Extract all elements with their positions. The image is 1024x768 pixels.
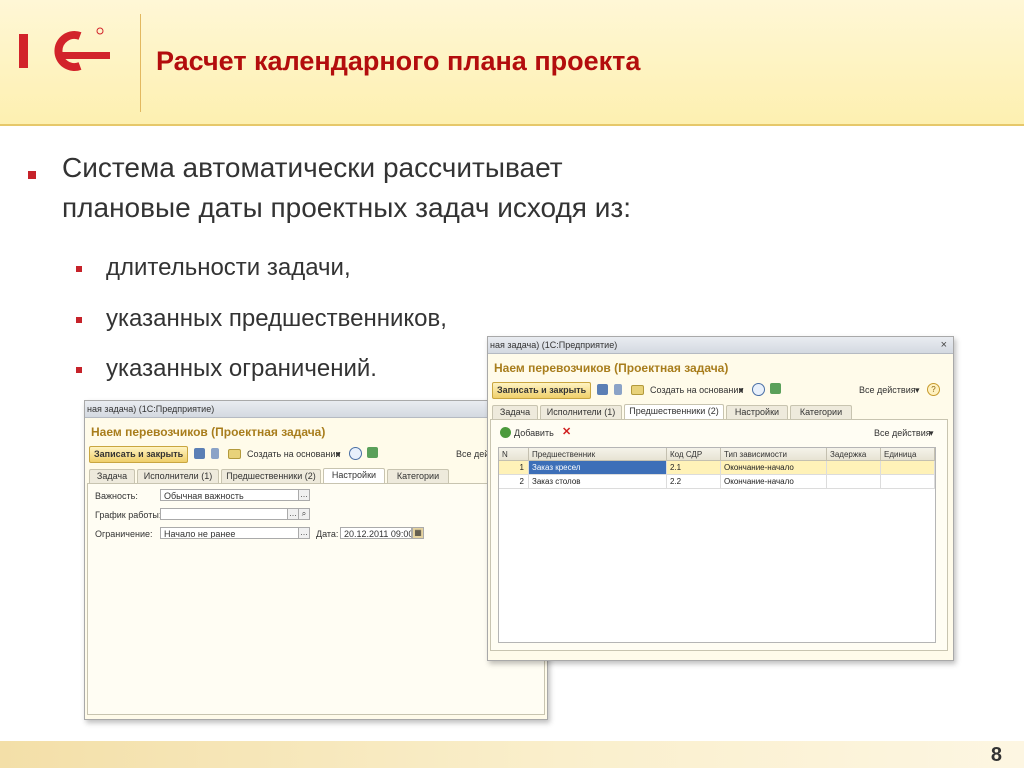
- search-icon[interactable]: ⌕: [298, 508, 310, 520]
- schedule-label: График работы:: [95, 510, 162, 520]
- clock-icon[interactable]: [349, 447, 362, 460]
- table-cell-predecessor[interactable]: Заказ кресел: [529, 461, 667, 475]
- tab-executors[interactable]: Исполнители (1): [137, 469, 219, 483]
- dropdown-arrow-icon[interactable]: ▾: [929, 427, 934, 439]
- tab-predecessors[interactable]: Предшественники (2): [221, 469, 321, 483]
- all-actions-button[interactable]: Все действия: [859, 384, 916, 396]
- table-cell-dependency-type[interactable]: Окончание-начало: [721, 461, 827, 475]
- tab-categories[interactable]: Категории: [387, 469, 449, 483]
- dropdown-arrow-icon[interactable]: ▾: [915, 384, 920, 396]
- sub-bullet-duration: длительности задачи,: [106, 254, 351, 281]
- tab-settings[interactable]: Настройки: [726, 405, 788, 419]
- predecessors-table[interactable]: N Предшественник Код СДР Тип зависимости…: [498, 447, 936, 643]
- column-header-predecessor[interactable]: Предшественник: [529, 448, 667, 461]
- sub-bullet-square: [76, 367, 82, 373]
- sub-bullet-predecessors: указанных предшественников,: [106, 305, 447, 332]
- tab-task[interactable]: Задача: [89, 469, 135, 483]
- schedule-field[interactable]: [160, 508, 288, 520]
- slide-footer: [0, 741, 1024, 768]
- column-header-delay[interactable]: Задержка: [827, 448, 881, 461]
- date-label: Дата:: [316, 529, 339, 539]
- mail-icon[interactable]: [631, 385, 644, 395]
- table-cell-predecessor[interactable]: Заказ столов: [529, 475, 667, 489]
- table-cell-code[interactable]: 2.1: [667, 461, 721, 475]
- mail-icon[interactable]: [228, 449, 241, 459]
- table-cell-n[interactable]: 1: [499, 461, 529, 475]
- help-icon[interactable]: ?: [927, 383, 940, 396]
- sub-bullet-square: [76, 317, 82, 323]
- table-cell-delay[interactable]: [827, 475, 881, 489]
- importance-select-button[interactable]: …: [298, 489, 310, 501]
- importance-field[interactable]: Обычная важность: [160, 489, 299, 501]
- sub-bullet-square: [76, 266, 82, 272]
- window-titlebar[interactable]: ная задача) (1С:Предприятие): [85, 401, 547, 418]
- tab-predecessors[interactable]: Предшественники (2): [624, 404, 724, 419]
- date-field[interactable]: 20.12.2011 09:00: [340, 527, 412, 539]
- add-icon[interactable]: [500, 427, 511, 438]
- calendar-icon[interactable]: ▦: [412, 527, 424, 539]
- tab-settings[interactable]: Настройки: [323, 468, 385, 483]
- bullet-square: [28, 171, 36, 179]
- post-icon[interactable]: [614, 384, 622, 395]
- tab-executors[interactable]: Исполнители (1): [540, 405, 622, 419]
- slide-title: Расчет календарного плана проекта: [156, 46, 641, 76]
- save-and-close-button[interactable]: Записать и закрыть: [89, 446, 189, 463]
- window-titlebar[interactable]: ная задача) (1С:Предприятие): [488, 337, 953, 354]
- table-cell-dependency-type[interactable]: Окончание-начало: [721, 475, 827, 489]
- grid-all-actions-button[interactable]: Все действия: [874, 427, 931, 439]
- create-based-on-button[interactable]: Создать на основании: [247, 448, 340, 460]
- structure-icon[interactable]: [367, 447, 378, 458]
- structure-icon[interactable]: [770, 383, 781, 394]
- main-bullet-line-1: Система автоматически рассчитывает: [62, 152, 563, 183]
- main-bullet-line-2: плановые даты проектных задач исходя из:: [62, 192, 632, 223]
- table-cell-unit[interactable]: [881, 461, 935, 475]
- logo-divider: [140, 14, 141, 112]
- save-icon[interactable]: [597, 384, 608, 395]
- dropdown-arrow-icon[interactable]: ▾: [739, 384, 744, 396]
- table-cell-code[interactable]: 2.2: [667, 475, 721, 489]
- form-title: Наем перевозчиков (Проектная задача): [494, 361, 729, 375]
- 1c-logo: [19, 27, 110, 71]
- constraint-label: Ограничение:: [95, 529, 153, 539]
- post-icon[interactable]: [211, 448, 219, 459]
- constraint-select-button[interactable]: …: [298, 527, 310, 539]
- constraint-field[interactable]: Начало не ранее: [160, 527, 299, 539]
- tab-task[interactable]: Задача: [492, 405, 538, 419]
- table-cell-unit[interactable]: [881, 475, 935, 489]
- table-cell-delay[interactable]: [827, 461, 881, 475]
- add-button[interactable]: Добавить: [514, 427, 554, 439]
- save-and-close-button[interactable]: Записать и закрыть: [492, 382, 592, 399]
- page-number: 8: [990, 744, 1002, 766]
- delete-icon[interactable]: ✕: [562, 426, 571, 438]
- table-cell-n[interactable]: 2: [499, 475, 529, 489]
- column-header-dependency-type[interactable]: Тип зависимости: [721, 448, 827, 461]
- form-title: Наем перевозчиков (Проектная задача): [91, 425, 326, 439]
- column-header-unit[interactable]: Единица: [881, 448, 935, 461]
- tab-categories[interactable]: Категории: [790, 405, 852, 419]
- task-window-predecessors: ная задача) (1С:Предприятие) × Наем пере…: [487, 336, 954, 661]
- task-window-settings: ная задача) (1С:Предприятие) Наем перево…: [84, 400, 548, 720]
- dropdown-arrow-icon[interactable]: ▾: [336, 448, 341, 460]
- column-header-code[interactable]: Код СДР: [667, 448, 721, 461]
- column-header-n[interactable]: N: [499, 448, 529, 461]
- importance-label: Важность:: [95, 491, 138, 501]
- save-icon[interactable]: [194, 448, 205, 459]
- header-divider: [0, 124, 1024, 126]
- clock-icon[interactable]: [752, 383, 765, 396]
- sub-bullet-constraints: указанных ограничений.: [106, 355, 377, 382]
- close-icon[interactable]: ×: [941, 337, 947, 353]
- create-based-on-button[interactable]: Создать на основании: [650, 384, 743, 396]
